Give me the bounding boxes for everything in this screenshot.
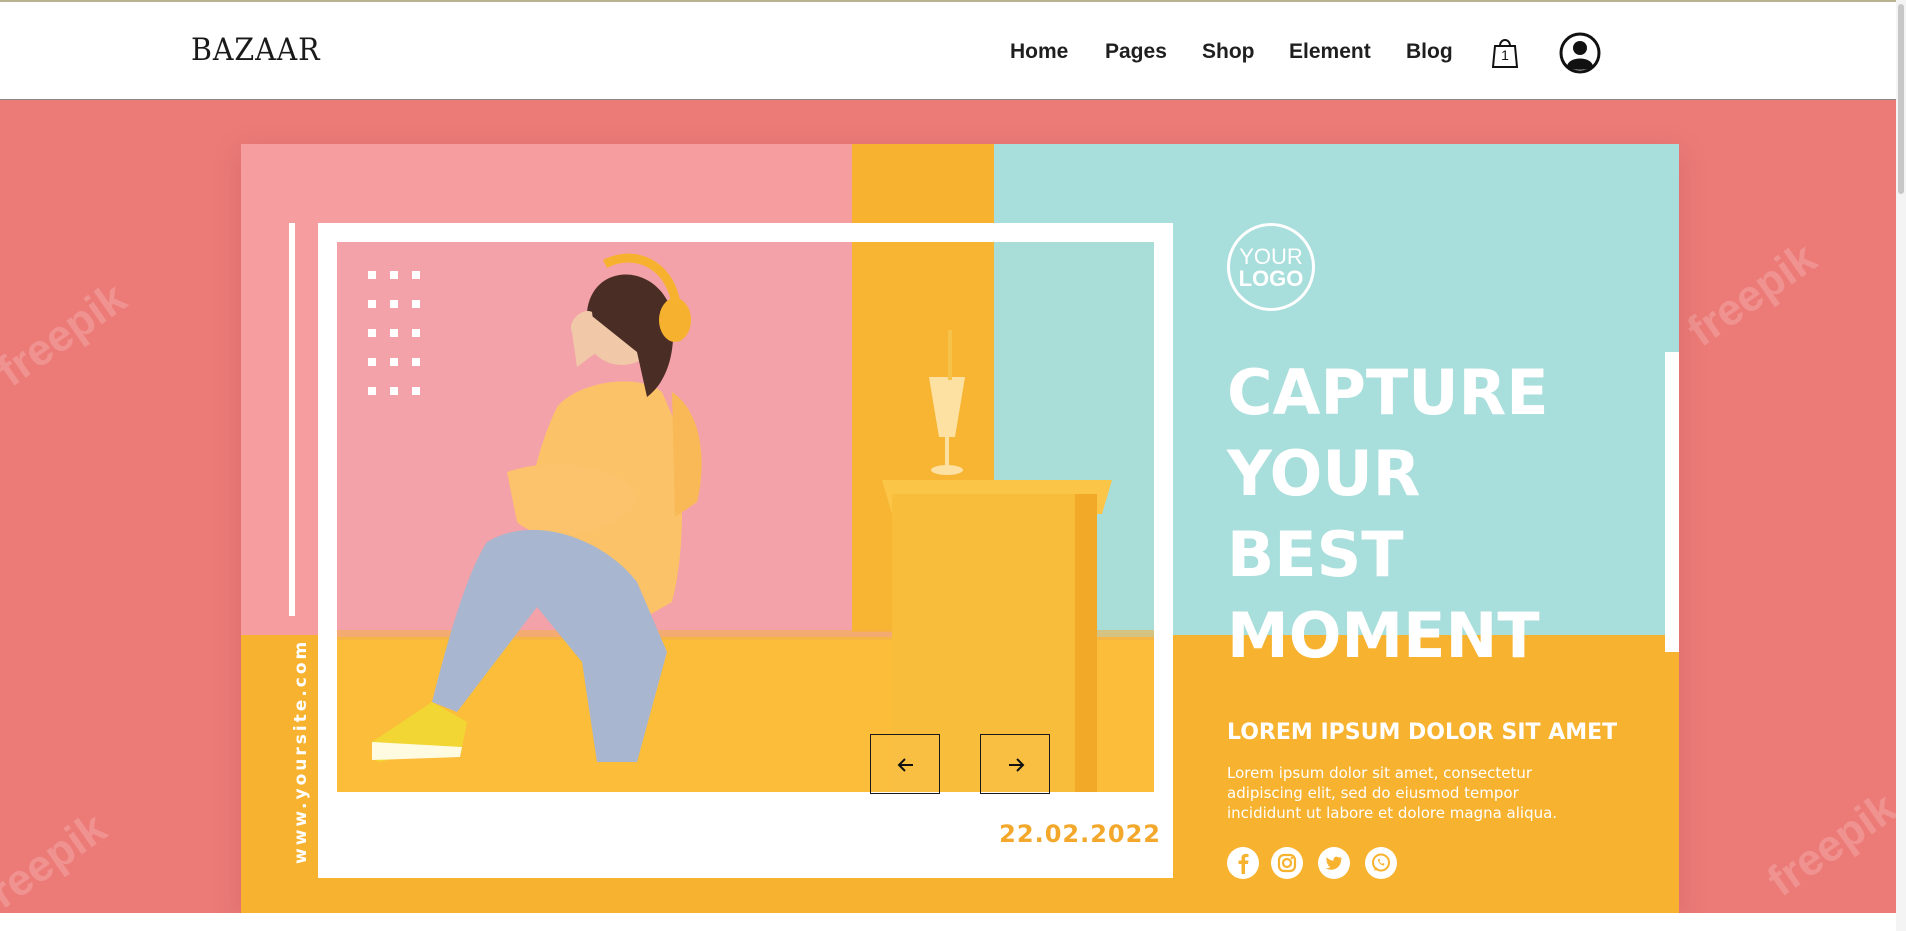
account-button[interactable]: [1559, 32, 1601, 74]
girl-with-headphones-illustration: [337, 242, 1154, 792]
main-nav: Home Pages Shop Element Blog: [0, 40, 1906, 66]
watermark: freepik: [1758, 783, 1906, 907]
twitter-icon: [1318, 847, 1350, 879]
nav-item-pages[interactable]: Pages: [1105, 40, 1167, 64]
nav-item-element[interactable]: Element: [1289, 40, 1371, 64]
banner-logo-line1: YOUR: [1239, 244, 1303, 269]
nav-item-home[interactable]: Home: [1010, 40, 1068, 64]
hero-section: freepik freepik freepik freepik 22.02.20…: [0, 100, 1906, 913]
banner-website: www.yoursite.com: [291, 638, 311, 864]
scrollbar-thumb[interactable]: [1898, 4, 1904, 194]
banner-orange-strip: [852, 144, 994, 228]
banner-logo-line2: LOGO: [1238, 266, 1304, 291]
nav-item-blog[interactable]: Blog: [1406, 40, 1453, 64]
cart-count-badge: 1: [1501, 47, 1509, 63]
headline-line: BEST: [1227, 518, 1404, 591]
banner-logo-badge: YOUR LOGO: [1227, 223, 1315, 311]
banner-frame-line: [289, 223, 295, 616]
watermark: freepik: [1678, 233, 1826, 357]
whatsapp-icon: [1365, 847, 1397, 879]
banner-body-text: Lorem ipsum dolor sit amet, consectetur …: [1227, 763, 1607, 823]
facebook-icon: [1227, 847, 1259, 879]
headline-line: MOMENT: [1227, 599, 1540, 672]
body-line: Lorem ipsum dolor sit amet, consectetur: [1227, 764, 1533, 782]
hero-photo: [337, 242, 1154, 792]
banner-headline: CAPTURE YOUR BEST MOMENT: [1227, 352, 1647, 676]
banner-edge-line: [1665, 352, 1679, 652]
user-avatar-icon: [1559, 32, 1601, 74]
page-scrollbar[interactable]: [1896, 0, 1906, 931]
headline-line: YOUR: [1227, 437, 1421, 510]
cart-button[interactable]: 1: [1491, 35, 1519, 69]
banner-subheading: LOREM IPSUM DOLOR SIT AMET: [1227, 720, 1618, 745]
body-line: incididunt ut labore et dolore magna ali…: [1227, 804, 1558, 822]
carousel-next-button[interactable]: [980, 734, 1050, 794]
headline-line: CAPTURE: [1227, 356, 1549, 429]
instagram-icon: [1271, 847, 1303, 879]
banner-date: 22.02.2022: [999, 820, 1161, 848]
watermark: freepik: [0, 273, 136, 397]
promo-banner: 22.02.2022 www.yoursite.com YOUR LOGO CA…: [241, 144, 1679, 913]
nav-item-shop[interactable]: Shop: [1202, 40, 1255, 64]
site-header: BAZAAR Home Pages Shop Element Blog 1: [0, 0, 1906, 100]
watermark: freepik: [0, 803, 116, 913]
arrow-left-icon: [897, 758, 913, 772]
carousel-prev-button[interactable]: [870, 734, 940, 794]
arrow-right-icon: [1009, 758, 1025, 772]
body-line: adipiscing elit, sed do eiusmod tempor: [1227, 784, 1519, 802]
